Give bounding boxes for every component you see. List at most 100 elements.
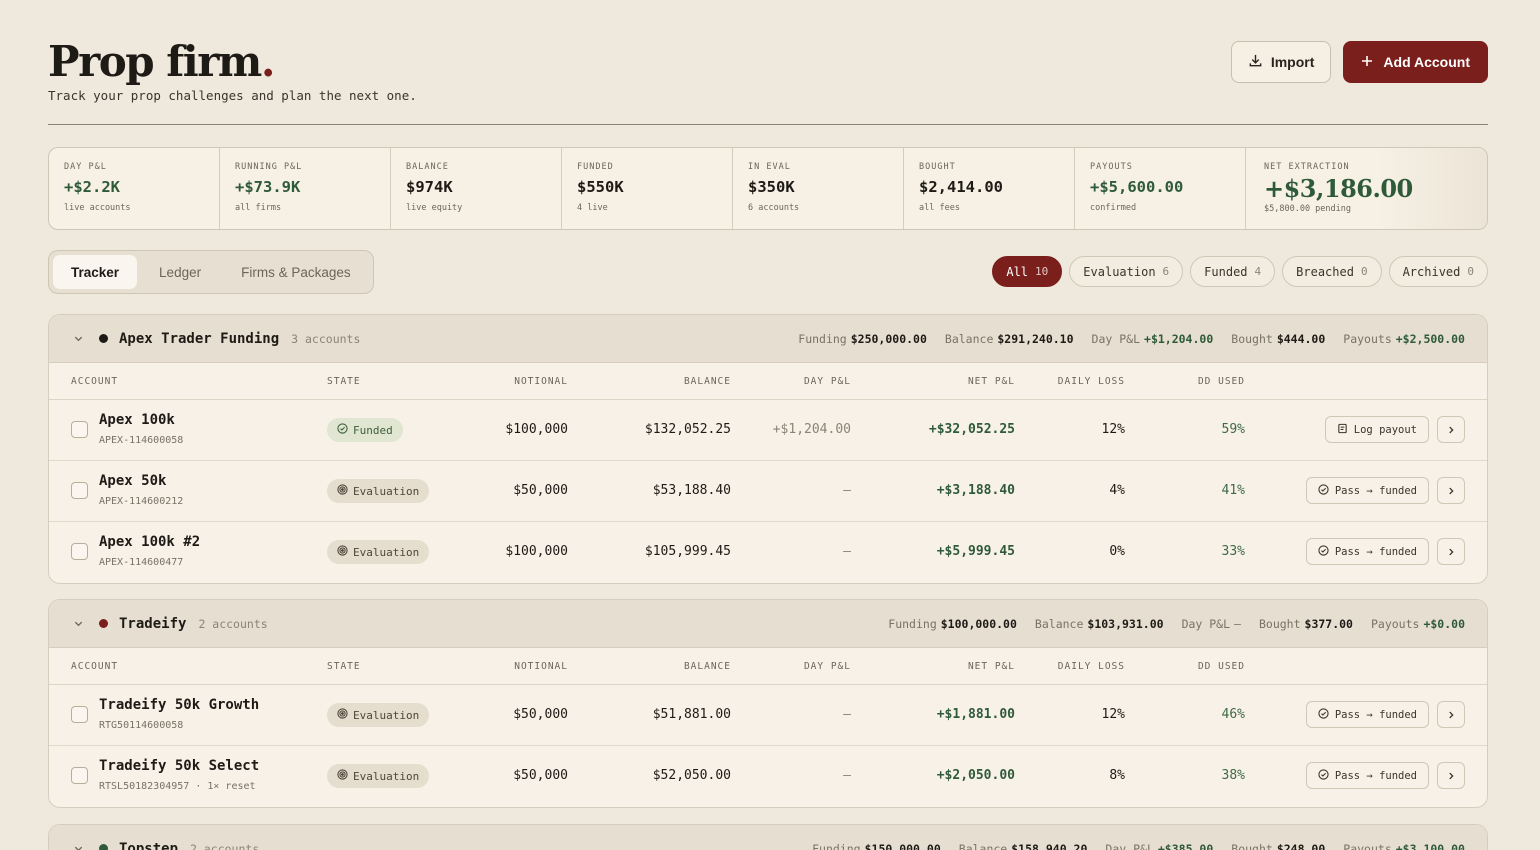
row-checkbox[interactable] xyxy=(71,421,88,438)
stat-label: IN EVAL xyxy=(748,162,791,172)
cell-dd-used: 59% xyxy=(1221,422,1245,437)
group-header[interactable]: Topstep 2 accounts Funding $150,000.00 Balan… xyxy=(49,825,1487,850)
filter-breached[interactable]: Breached 0 xyxy=(1282,256,1382,287)
filter-funded[interactable]: Funded 4 xyxy=(1190,256,1276,287)
firm-status-dot xyxy=(99,619,108,628)
chevron-right-icon[interactable] xyxy=(1437,538,1465,565)
summary-funding: Funding $100,000.00 xyxy=(888,616,1017,631)
cell-day: — xyxy=(843,707,851,722)
account-name: Apex 100k #2 xyxy=(99,534,201,550)
chevron-right-icon[interactable] xyxy=(1437,477,1465,504)
cell-dd-used: 33% xyxy=(1221,544,1245,559)
cell-dd-used: 38% xyxy=(1221,768,1245,783)
summary-balance: Balance $158,940.20 xyxy=(959,842,1088,850)
summary-funding-value: $150,000.00 xyxy=(864,841,941,850)
cell-daily-loss: 4% xyxy=(1109,483,1125,498)
cell-balance: $132,052.25 xyxy=(644,422,731,437)
chevron-down-icon[interactable] xyxy=(73,618,85,630)
summary-day-value: — xyxy=(1234,616,1241,631)
pass-funded-button[interactable]: Pass → funded xyxy=(1305,538,1429,565)
log-payout-button[interactable]: Log payout xyxy=(1324,416,1429,443)
cell-notional: $50,000 xyxy=(513,768,568,783)
state-filters: All 10 Evaluation 6 Funded 4 Breached 0 Archived… xyxy=(992,256,1488,287)
filter-evaluation[interactable]: Evaluation 6 xyxy=(1069,256,1184,287)
firm-status-dot xyxy=(99,334,108,343)
stat-sub: live equity xyxy=(406,203,463,213)
cell-dd-used: 46% xyxy=(1221,707,1245,722)
summary-funding: Funding $150,000.00 xyxy=(812,842,941,850)
row-checkbox[interactable] xyxy=(71,482,88,499)
summary-payouts: Payouts +$0.00 xyxy=(1370,616,1465,631)
filter-label: Funded xyxy=(1204,264,1248,279)
pass-funded-button[interactable]: Pass → funded xyxy=(1305,762,1429,789)
chevron-right-icon[interactable] xyxy=(1437,416,1465,443)
column-header: BALANCE xyxy=(683,661,731,672)
summary-bought-value: $248.00 xyxy=(1276,841,1326,850)
table-row[interactable]: Tradeify 50k Select RTSL50182304957 · 1× … xyxy=(49,746,1487,807)
summary-day-value: +$385.00 xyxy=(1157,841,1214,850)
cell-notional: $100,000 xyxy=(505,544,568,559)
column-header: NET P&L xyxy=(967,661,1015,672)
table-row[interactable]: Tradeify 50k Growth RTG50114600058 Evaluat… xyxy=(49,685,1487,746)
page-subtitle: Track your prop challenges and plan the … xyxy=(48,88,417,103)
firm-group: Topstep 2 accounts Funding $150,000.00 Balan… xyxy=(48,824,1488,850)
pass-funded-button[interactable]: Pass → funded xyxy=(1305,477,1429,504)
stat-card: FUNDED $550K 4 live xyxy=(562,148,733,229)
filter-count: 0 xyxy=(1467,265,1474,278)
chevron-right-icon[interactable] xyxy=(1437,762,1465,789)
tab-ledger[interactable]: Ledger xyxy=(141,255,219,289)
stat-label: DAY P&L xyxy=(64,162,107,172)
tab-tracker[interactable]: Tracker xyxy=(53,255,138,289)
row-checkbox[interactable] xyxy=(71,706,88,723)
stat-card: NET EXTRACTION +$3,186.00 $5,800.00 pendin… xyxy=(1246,148,1487,229)
stat-card: IN EVAL $350K 6 accounts xyxy=(733,148,904,229)
column-headers: ACCOUNT STATE NOTIONAL BALANCE DAY P&L NET P&… xyxy=(49,648,1487,685)
column-header: NET P&L xyxy=(967,376,1015,387)
tab-firms-packages[interactable]: Firms & Packages xyxy=(223,255,369,289)
summary-funding-value: $250,000.00 xyxy=(850,331,927,346)
filter-count: 6 xyxy=(1162,265,1170,278)
summary-bought-value: $444.00 xyxy=(1276,331,1326,346)
group-header[interactable]: Apex Trader Funding 3 accounts Funding $250… xyxy=(49,315,1487,363)
column-header: DD USED xyxy=(1197,376,1245,387)
summary-day: Day P&L +$1,204.00 xyxy=(1091,331,1214,346)
stat-label: NET EXTRACTION xyxy=(1264,162,1350,172)
row-checkbox[interactable] xyxy=(71,767,88,784)
cell-daily-loss: 0% xyxy=(1109,544,1125,559)
target-icon xyxy=(337,708,348,722)
stat-value: $350K xyxy=(748,178,795,196)
stat-sub: $5,800.00 pending xyxy=(1264,204,1351,214)
row-checkbox[interactable] xyxy=(71,543,88,560)
chevron-right-icon[interactable] xyxy=(1437,701,1465,728)
firm-name: Topstep xyxy=(119,840,179,850)
stat-label: FUNDED xyxy=(577,162,614,172)
chevron-down-icon[interactable] xyxy=(73,333,85,345)
state-label: Evaluation xyxy=(353,769,420,783)
action-label: Pass → funded xyxy=(1334,545,1417,558)
chevron-down-icon[interactable] xyxy=(73,843,85,850)
column-header: DAY P&L xyxy=(803,376,851,387)
stat-value: $974K xyxy=(406,178,453,196)
group-header[interactable]: Tradeify 2 accounts Funding $100,000.00 Bala… xyxy=(49,600,1487,648)
filter-label: All xyxy=(1006,264,1029,279)
table-row[interactable]: Apex 100k APEX-114600058 Funded $100,000 $13… xyxy=(49,400,1487,461)
summary-balance-value: $103,931.00 xyxy=(1087,616,1164,631)
table-row[interactable]: Apex 50k APEX-114600212 Evaluation $50,000 $… xyxy=(49,461,1487,522)
summary-payouts-value: +$3,100.00 xyxy=(1395,841,1465,850)
filter-count: 4 xyxy=(1254,265,1262,278)
import-button[interactable]: Import xyxy=(1230,41,1332,83)
column-headers: ACCOUNT STATE NOTIONAL BALANCE DAY P&L NET P&… xyxy=(49,363,1487,400)
receipt-icon xyxy=(1337,423,1348,437)
summary-payouts-value: +$0.00 xyxy=(1423,616,1465,631)
cell-balance: $52,050.00 xyxy=(652,768,731,783)
add-account-button[interactable]: Add Account xyxy=(1343,41,1488,83)
pass-funded-button[interactable]: Pass → funded xyxy=(1305,701,1429,728)
firm-name: Apex Trader Funding xyxy=(119,330,280,347)
stat-value: $550K xyxy=(577,178,624,196)
filter-archived[interactable]: Archived 0 xyxy=(1388,256,1488,287)
cell-net: +$5,999.45 xyxy=(936,544,1015,559)
column-header: NOTIONAL xyxy=(514,376,568,387)
filter-all[interactable]: All 10 xyxy=(992,256,1063,287)
stat-sub: 4 live xyxy=(577,203,608,213)
table-row[interactable]: Apex 100k #2 APEX-114600477 Evaluation $100… xyxy=(49,522,1487,583)
